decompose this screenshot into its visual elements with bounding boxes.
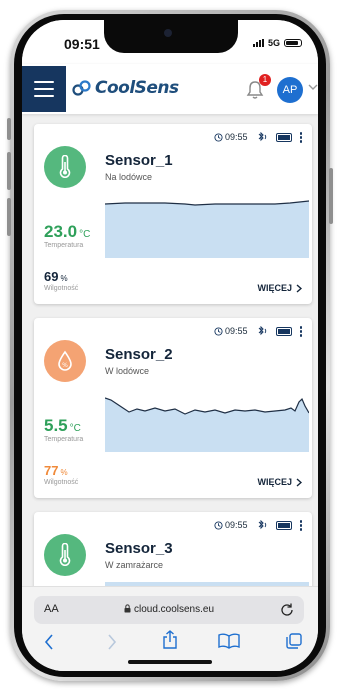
hamburger-menu-button[interactable] (22, 66, 66, 112)
reading-time-text: 09:55 (224, 520, 248, 531)
temperature-label: Temperatura (44, 436, 84, 443)
network-type: 5G (267, 38, 280, 48)
url-display[interactable]: cloud.coolsens.eu (34, 604, 304, 615)
sensor-card[interactable]: 09:55 % Sensor_2 W lodówce 5.5 °C Temper… (34, 318, 312, 498)
more-button-label: WIĘCEJ (257, 477, 292, 487)
card-status-row: 09:55 (214, 326, 302, 337)
card-status-row: 09:55 (214, 520, 302, 531)
humidity-value: 77% (44, 463, 68, 478)
camera-icon (164, 29, 172, 37)
battery-icon (284, 39, 302, 47)
sensor-name[interactable]: Sensor_3 (105, 540, 173, 557)
notifications-button[interactable]: 1 (246, 74, 271, 100)
reading-time-text: 09:55 (224, 326, 248, 337)
temperature-label: Temperatura (44, 242, 84, 249)
brand-name: CoolSens (95, 78, 179, 98)
more-options-icon[interactable] (299, 520, 302, 531)
battery-icon (275, 520, 292, 530)
more-options-icon[interactable] (299, 132, 302, 143)
volume-up-button (7, 152, 11, 190)
water-drop-icon: % (44, 340, 86, 382)
sensor-location: W zamrażarce (105, 560, 164, 570)
humidity-value: 69% (44, 269, 68, 284)
forward-icon[interactable] (106, 633, 118, 651)
notification-badge: 1 (259, 74, 271, 86)
home-indicator (128, 660, 212, 664)
sensor-name[interactable]: Sensor_1 (105, 152, 173, 169)
sensor-card[interactable]: 09:55 Sensor_1 Na lodówce 23.0 °C Temper… (34, 124, 312, 304)
status-bar: 09:51 5G (22, 20, 318, 64)
browser-toolbar: AA cloud.coolsens.eu (22, 586, 318, 671)
more-button[interactable]: WIĘCEJ (257, 283, 302, 293)
sensor-location: Na lodówce (105, 172, 153, 182)
clock-icon (214, 327, 223, 336)
temperature-value: 5.5 °C (44, 416, 81, 435)
url-text: cloud.coolsens.eu (133, 604, 215, 615)
browser-nav-row (22, 630, 318, 657)
coolsens-logo-icon (72, 80, 91, 96)
sensor-location: W lodówce (105, 366, 150, 376)
phone-screen: 09:51 5G CoolSens 1 AP 09:55 Sensor_1 Na… (22, 20, 318, 671)
user-avatar[interactable]: AP (277, 77, 303, 103)
temperature-sparkline[interactable] (105, 190, 309, 258)
share-icon[interactable] (162, 630, 178, 650)
silent-switch (7, 118, 11, 140)
chevron-right-icon (296, 283, 302, 293)
signal-icon (252, 39, 264, 47)
humidity-label: Wilgotność (44, 479, 79, 486)
chevron-down-icon[interactable] (308, 84, 318, 91)
sensor-name[interactable]: Sensor_2 (105, 346, 173, 363)
chevron-right-icon (296, 477, 302, 487)
lock-icon (124, 604, 131, 613)
bluetooth-signal-icon (258, 132, 266, 142)
battery-icon (275, 132, 292, 142)
back-icon[interactable] (43, 633, 55, 651)
bluetooth-signal-icon (258, 326, 266, 336)
clock-icon (214, 521, 223, 530)
battery-icon (275, 326, 292, 336)
last-reading-time: 09:55 (214, 326, 248, 336)
thermometer-icon (44, 146, 86, 188)
bookmarks-icon[interactable] (218, 633, 240, 649)
thermometer-icon (44, 534, 86, 576)
clock-icon (214, 133, 223, 142)
reading-time-text: 09:55 (224, 132, 248, 143)
humidity-label: Wilgotność (44, 285, 79, 292)
reload-icon[interactable] (280, 602, 294, 616)
last-reading-time: 09:55 (214, 132, 248, 142)
tabs-icon[interactable] (286, 633, 302, 649)
address-bar[interactable]: AA cloud.coolsens.eu (34, 596, 304, 624)
svg-text:%: % (62, 362, 68, 369)
chart-area (105, 398, 309, 452)
status-indicators: 5G (252, 38, 302, 48)
more-options-icon[interactable] (299, 326, 302, 337)
app-header: CoolSens 1 AP (22, 64, 318, 114)
sensor-list: 09:55 Sensor_1 Na lodówce 23.0 °C Temper… (22, 114, 318, 606)
last-reading-time: 09:55 (214, 520, 248, 530)
status-time: 09:51 (64, 36, 100, 52)
power-button (329, 168, 333, 224)
more-button[interactable]: WIĘCEJ (257, 477, 302, 487)
card-status-row: 09:55 (214, 132, 302, 143)
temperature-value: 23.0 °C (44, 222, 91, 241)
temperature-sparkline[interactable] (105, 384, 309, 452)
brand-logo[interactable]: CoolSens (72, 78, 179, 98)
chart-area (105, 201, 309, 258)
volume-down-button (7, 198, 11, 236)
notch (104, 20, 238, 53)
bluetooth-signal-icon (258, 520, 266, 530)
more-button-label: WIĘCEJ (257, 283, 292, 293)
